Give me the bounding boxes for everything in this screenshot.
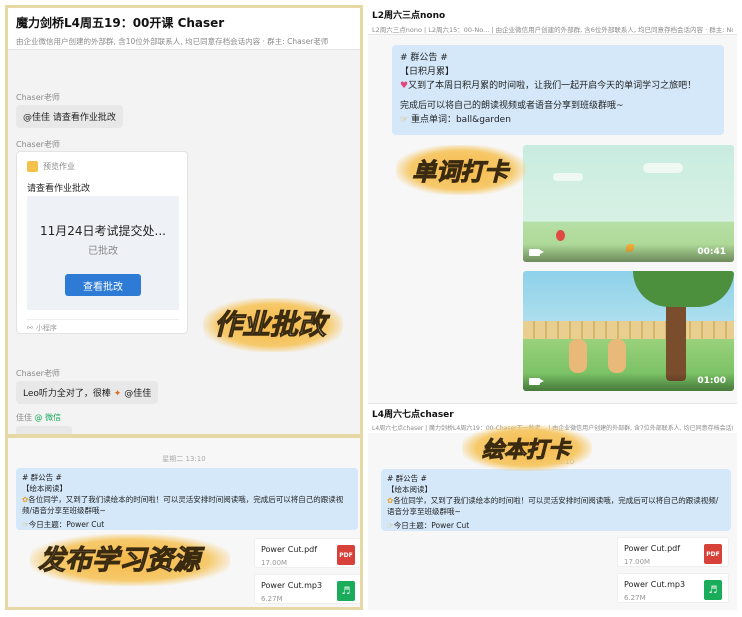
chat-subtitle: 由企业微信用户创建的外部群, 含10位外部联系人, 均已同意存档会话内容 · 群…: [16, 37, 329, 46]
party-popper-icon: ✦: [113, 389, 122, 399]
rabbit-character: [569, 339, 587, 373]
announcement-line: 完成后可以将自己的朗读视频或者语音分享到班级群哦~: [400, 101, 624, 111]
message-text: 请查看作业批改: [50, 113, 116, 123]
chat-panel-homework: 魔力剑桥L4周五19：00开课 Chaser 由企业微信用户创建的外部群, 含1…: [5, 5, 363, 437]
sender-name: 佳佳: [16, 413, 32, 422]
chat-panel-word-checkin: L2周六三点nono L2周六三点nono | L2周六15：00-No... …: [368, 5, 737, 437]
card-app-name: 预览作业: [43, 162, 75, 171]
link-icon: ⚯: [27, 324, 33, 332]
chat-title: L2周六三点nono: [372, 11, 446, 21]
word-checkin-stamp: 单词打卡: [412, 158, 509, 187]
message-bubble-partial: [16, 426, 72, 434]
announcement-tag: 【绘本阅读】: [387, 485, 432, 494]
fence-shape: [523, 321, 734, 339]
video-duration: 00:41: [697, 247, 726, 257]
red-balloon: [556, 230, 565, 241]
pointing-hand-icon: ☞: [387, 521, 394, 530]
card-preview: 11月24日考试提交处... 已批改 查看批改: [27, 196, 179, 310]
message-sender-row: 佳佳 @ 微信: [16, 412, 61, 423]
card-title: 请查看作业批改: [27, 184, 91, 194]
video-message-2[interactable]: 01:00: [523, 271, 734, 391]
cloud-shape: [643, 163, 683, 173]
card-footer: ⚯ 小程序: [27, 319, 179, 333]
message-sender: Chaser老师: [16, 140, 60, 149]
card-headline: 11月24日考试提交处...: [40, 224, 166, 238]
group-announcement[interactable]: # 群公告 # 【绘本阅读】 ✿各位同学，又到了我们读绘本的时间啦！可以灵活安排…: [381, 469, 731, 531]
homework-grading-stamp: 作业批改: [213, 308, 327, 342]
announcement-line: ☞ 重点单词：ball&garden: [400, 113, 716, 127]
announcement-tag: 【绘本阅读】: [22, 484, 67, 493]
chat-header: 魔力剑桥L4周五19：00开课 Chaser 由企业微信用户创建的外部群, 含1…: [8, 8, 360, 50]
card-status: 已批改: [88, 246, 118, 257]
video-duration: 01:00: [697, 376, 726, 386]
file-size: 17.00M: [624, 558, 651, 566]
chat-title: 魔力剑桥L4周五19：00开课 Chaser: [16, 16, 225, 30]
announcement-text: 各位同学，又到了我们读绘本的时间啦！可以灵活安排时间阅读哦，完成后可以将自己的跟…: [22, 495, 344, 515]
topic-text: 今日主题：Power Cut: [393, 521, 470, 530]
announcement-heading: # 群公告 #: [22, 473, 62, 482]
announcement-text: 各位同学，又到了我们读绘本的时间啦！可以灵活安排时间阅读哦，完成后可以将自己的跟…: [387, 496, 719, 516]
file-name: Power Cut.mp3: [261, 581, 323, 590]
chat-title: L4周六七点chaser: [372, 410, 454, 420]
video-message-1[interactable]: 00:41: [523, 145, 734, 262]
announcement-line: ✿各位同学，又到了我们读绘本的时间啦！可以灵活安排时间阅读哦，完成后可以将自己的…: [387, 495, 725, 517]
mini-program-label: 小程序: [35, 324, 57, 332]
file-size: 17.00M: [261, 559, 288, 567]
video-camera-icon: [529, 249, 544, 256]
cloud-shape: [553, 173, 583, 181]
announcement-line: ☞今日主题：Power Cut: [387, 520, 725, 531]
message-bubble[interactable]: Leo听力全对了，很棒 ✦ @佳佳: [16, 381, 159, 404]
file-size: 6.27M: [624, 594, 646, 602]
mini-program-card[interactable]: 预览作业 请查看作业批改 11月24日考试提交处... 已批改 查看批改 ⚯ 小…: [16, 151, 188, 334]
tree-crown: [633, 271, 734, 307]
message-bubble[interactable]: @佳佳 请查看作业批改: [16, 105, 123, 128]
announcement-line: ♥又到了本周日积月累的时间啦，让我们一起开启今天的单词学习之旅吧！: [400, 79, 716, 93]
message-sender: Chaser老师: [16, 93, 60, 102]
announcement-text: 又到了本周日积月累的时间啦，让我们一起开启今天的单词学习之旅吧！: [408, 81, 697, 91]
video-camera-icon: [529, 378, 544, 385]
pointing-hand-icon: ☞: [400, 115, 409, 125]
file-message-mp3[interactable]: Power Cut.mp3 6.27M ♬: [254, 574, 360, 604]
file-name: Power Cut.pdf: [624, 544, 681, 553]
chat-subtitle: L2周六三点nono | L2周六15：00-No... | 由企业微信用户创建…: [372, 26, 733, 34]
mention[interactable]: @佳佳: [23, 113, 50, 123]
announcement-heading: # 群公告 #: [387, 474, 427, 483]
announcement-heading: # 群公告 #: [400, 53, 448, 63]
group-announcement[interactable]: # 群公告 # 【日积月累】 ♥又到了本周日积月累的时间啦，让我们一起开启今天的…: [392, 45, 724, 135]
pointing-hand-icon: ☞: [22, 520, 29, 529]
audio-file-icon: ♬: [337, 581, 355, 601]
announcement-line: ☞今日主题：Power Cut: [22, 519, 352, 530]
publish-resources-stamp: 发布学习资源: [38, 545, 201, 577]
chat-header: L2周六三点nono L2周六三点nono | L2周六15：00-No... …: [368, 5, 737, 35]
audio-file-icon: ♬: [704, 580, 722, 600]
file-message-pdf[interactable]: Power Cut.pdf 17.00M PDF: [617, 537, 729, 567]
mention[interactable]: @佳佳: [124, 389, 151, 399]
pdf-file-icon: PDF: [337, 545, 355, 565]
announcement-line: ✿各位同学，又到了我们读绘本的时间啦！可以灵活安排时间阅读哦，完成后可以将自己的…: [22, 494, 352, 516]
rabbit-character: [608, 339, 626, 373]
group-announcement[interactable]: # 群公告 # 【绘本阅读】 ✿各位同学，又到了我们读绘本的时间啦！可以灵活安排…: [16, 468, 358, 530]
message-sender: Chaser老师: [16, 369, 60, 378]
pdf-file-icon: PDF: [704, 544, 722, 564]
chat-panel-resources: 星期二 13:10 # 群公告 # 【绘本阅读】 ✿各位同学，又到了我们读绘本的…: [5, 437, 363, 610]
file-message-pdf[interactable]: Power Cut.pdf 17.00M PDF: [254, 538, 360, 568]
keyword-text: 重点单词：ball&garden: [410, 115, 511, 125]
heart-icon: ♥: [400, 81, 409, 91]
topic-text: 今日主题：Power Cut: [28, 520, 105, 529]
card-app-row: 预览作业: [27, 161, 75, 172]
file-name: Power Cut.mp3: [624, 580, 686, 589]
announcement-tag: 【日积月累】: [400, 67, 455, 77]
message-timestamp: 星期二 13:10: [162, 455, 206, 463]
homework-app-icon: [27, 161, 38, 172]
message-text: Leo听力全对了，很棒: [23, 389, 111, 399]
file-size: 6.27M: [261, 595, 283, 603]
file-message-mp3[interactable]: Power Cut.mp3 6.27M ♬: [617, 573, 729, 603]
picture-book-checkin-stamp: 绘本打卡: [481, 438, 571, 464]
view-grading-button[interactable]: 查看批改: [65, 274, 141, 296]
wechat-tag: @ 微信: [34, 413, 62, 422]
file-name: Power Cut.pdf: [261, 545, 318, 554]
